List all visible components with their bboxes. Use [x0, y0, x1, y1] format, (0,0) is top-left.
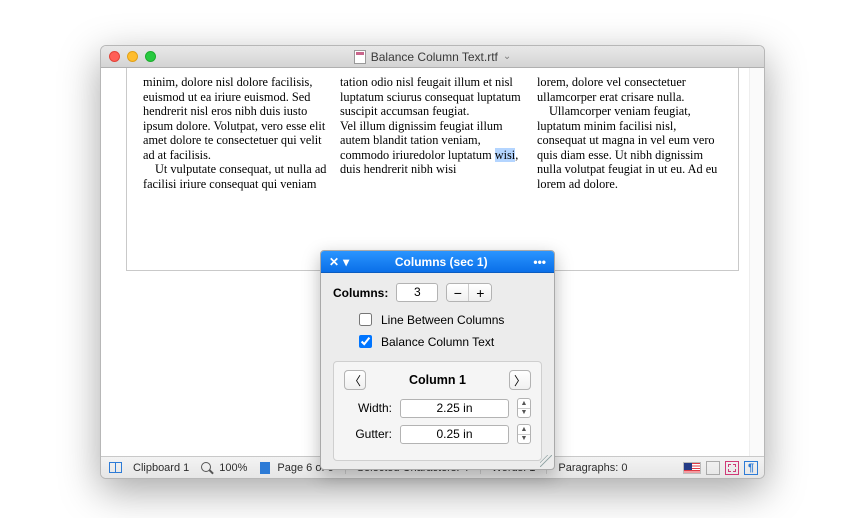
- page-canvas[interactable]: minim, dolore nisl dolore facilisis, eui…: [126, 68, 739, 271]
- resize-grip-icon[interactable]: [540, 455, 552, 467]
- page-icon: [260, 462, 270, 474]
- gutter-step-down[interactable]: ▼: [518, 435, 530, 444]
- columns-decrement-button[interactable]: −: [447, 284, 469, 301]
- columns-icon: [109, 462, 122, 473]
- selection[interactable]: wisi: [495, 148, 516, 162]
- width-label: Width:: [344, 401, 392, 415]
- line-between-input[interactable]: [359, 313, 372, 326]
- view-mode-button[interactable]: [107, 460, 123, 476]
- column-detail-title: Column 1: [409, 373, 466, 387]
- paragraph: Vel illum dignissim feugiat illum autem …: [340, 119, 525, 177]
- width-step-down[interactable]: ▼: [518, 409, 530, 418]
- titlebar: Balance Column Text.rtf ⌄: [101, 46, 764, 68]
- window-title: Balance Column Text.rtf: [371, 50, 498, 64]
- palette-menu-icon[interactable]: •••: [533, 255, 546, 269]
- show-invisibles-button[interactable]: ¶: [744, 461, 758, 475]
- paragraph: Ullamcorper veniam feugiat, luptatum min…: [537, 104, 722, 191]
- status-util-2[interactable]: [725, 461, 739, 475]
- palette-close-icon[interactable]: ✕: [329, 255, 339, 269]
- document-icon: [354, 50, 366, 64]
- title-dropdown-icon[interactable]: ⌄: [503, 51, 511, 62]
- text-column-2[interactable]: tation odio nisl feugait illum et nisl l…: [334, 75, 531, 264]
- paragraphs-status: Paragraphs: 0: [558, 462, 627, 474]
- prev-column-button[interactable]: 〈: [344, 370, 366, 390]
- paragraph: Ut vulputate consequat, ut nulla ad faci…: [143, 162, 328, 191]
- columns-count-field[interactable]: 3: [396, 283, 438, 302]
- next-column-button[interactable]: 〉: [509, 370, 531, 390]
- palette-collapse-icon[interactable]: ▾: [343, 255, 349, 269]
- language-flag-icon[interactable]: [683, 462, 701, 474]
- columns-palette[interactable]: ✕ ▾ Columns (sec 1) ••• Columns: 3 − + L…: [320, 250, 555, 470]
- gutter-label: Gutter:: [344, 427, 392, 441]
- vertical-scrollbar[interactable]: [749, 68, 764, 456]
- gutter-stepper: ▲ ▼: [517, 424, 531, 444]
- columns-increment-button[interactable]: +: [469, 284, 491, 301]
- zoom-status[interactable]: 100%: [199, 460, 247, 476]
- text-column-1[interactable]: minim, dolore nisl dolore facilisis, eui…: [137, 75, 334, 264]
- zoom-window-button[interactable]: [145, 51, 156, 62]
- gutter-step-up[interactable]: ▲: [518, 425, 530, 435]
- minimize-window-button[interactable]: [127, 51, 138, 62]
- balance-columns-input[interactable]: [359, 335, 372, 348]
- text-column-3[interactable]: lorem, dolore vel consectetuer ullamcorp…: [531, 75, 728, 264]
- palette-title: Columns (sec 1): [395, 255, 488, 269]
- paragraph: tation odio nisl feugait illum et nisl l…: [340, 75, 525, 119]
- magnifier-icon: [201, 462, 213, 474]
- palette-titlebar[interactable]: ✕ ▾ Columns (sec 1) •••: [321, 251, 554, 273]
- columns-stepper: − +: [446, 283, 492, 302]
- gutter-field[interactable]: 0.25 in: [400, 425, 509, 444]
- close-window-button[interactable]: [109, 51, 120, 62]
- paragraph: lorem, dolore vel consectetuer ullamcorp…: [537, 75, 722, 104]
- width-step-up[interactable]: ▲: [518, 399, 530, 409]
- balance-columns-checkbox[interactable]: Balance Column Text: [355, 332, 542, 351]
- traffic-lights: [101, 51, 156, 62]
- paragraph: minim, dolore nisl dolore facilisis, eui…: [143, 75, 328, 162]
- status-util-1[interactable]: [706, 461, 720, 475]
- width-field[interactable]: 2.25 in: [400, 399, 509, 418]
- line-between-checkbox[interactable]: Line Between Columns: [355, 310, 542, 329]
- columns-label: Columns:: [333, 286, 388, 300]
- width-stepper: ▲ ▼: [517, 398, 531, 418]
- clipboard-status[interactable]: Clipboard 1: [133, 462, 189, 474]
- column-detail-panel: 〈 Column 1 〉 Width: 2.25 in ▲ ▼ Gutter: …: [333, 361, 542, 461]
